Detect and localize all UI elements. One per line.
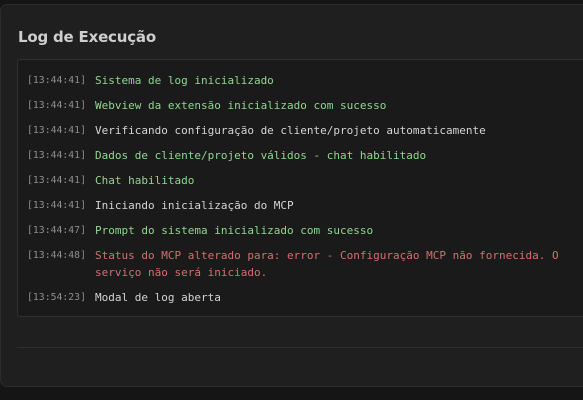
- log-message: Iniciando inicialização do MCP: [95, 199, 294, 212]
- log-message: Sistema de log inicializado: [95, 74, 274, 87]
- log-message: Verificando configuração de cliente/proj…: [95, 124, 486, 137]
- log-entry: [13:44:41] Dados de cliente/projeto váli…: [27, 147, 583, 164]
- log-timestamp: [13:44:41]: [27, 150, 86, 161]
- log-message: Status do MCP alterado para: error - Con…: [95, 249, 559, 279]
- log-entry: [13:44:41] Webview da extensão inicializ…: [27, 97, 583, 114]
- log-modal: Log de Execução [13:44:41] Sistema de lo…: [0, 4, 583, 387]
- log-entry: [13:44:41] Verificando configuração de c…: [27, 122, 583, 139]
- log-list: [13:44:41] Sistema de log inicializado […: [27, 72, 583, 314]
- log-timestamp: [13:54:23]: [27, 292, 86, 303]
- log-timestamp: [13:44:41]: [27, 175, 86, 186]
- log-timestamp: [13:44:41]: [27, 125, 86, 136]
- log-timestamp: [13:44:41]: [27, 75, 86, 86]
- log-entry: [13:44:41] Chat habilitado: [27, 172, 583, 189]
- log-message: Prompt do sistema inicializado com suces…: [95, 224, 374, 237]
- log-entry: [13:44:48] Status do MCP alterado para: …: [27, 247, 583, 281]
- log-message: Modal de log aberta: [95, 291, 221, 304]
- log-entry: [13:54:23] Modal de log aberta: [27, 289, 583, 306]
- log-entry: [13:44:41] Sistema de log inicializado: [27, 72, 583, 89]
- log-entry: [13:44:41] Iniciando inicialização do MC…: [27, 197, 583, 214]
- log-timestamp: [13:44:48]: [27, 250, 86, 261]
- log-message: Webview da extensão inicializado com suc…: [95, 99, 387, 112]
- log-timestamp: [13:44:47]: [27, 225, 86, 236]
- log-entry: [13:44:47] Prompt do sistema inicializad…: [27, 222, 583, 239]
- modal-title: Log de Execução: [18, 28, 156, 46]
- log-message: Dados de cliente/projeto válidos - chat …: [95, 149, 427, 162]
- footer-divider: [17, 347, 583, 348]
- log-container[interactable]: [13:44:41] Sistema de log inicializado […: [17, 59, 583, 317]
- log-timestamp: [13:44:41]: [27, 200, 86, 211]
- log-message: Chat habilitado: [95, 174, 195, 187]
- log-timestamp: [13:44:41]: [27, 100, 86, 111]
